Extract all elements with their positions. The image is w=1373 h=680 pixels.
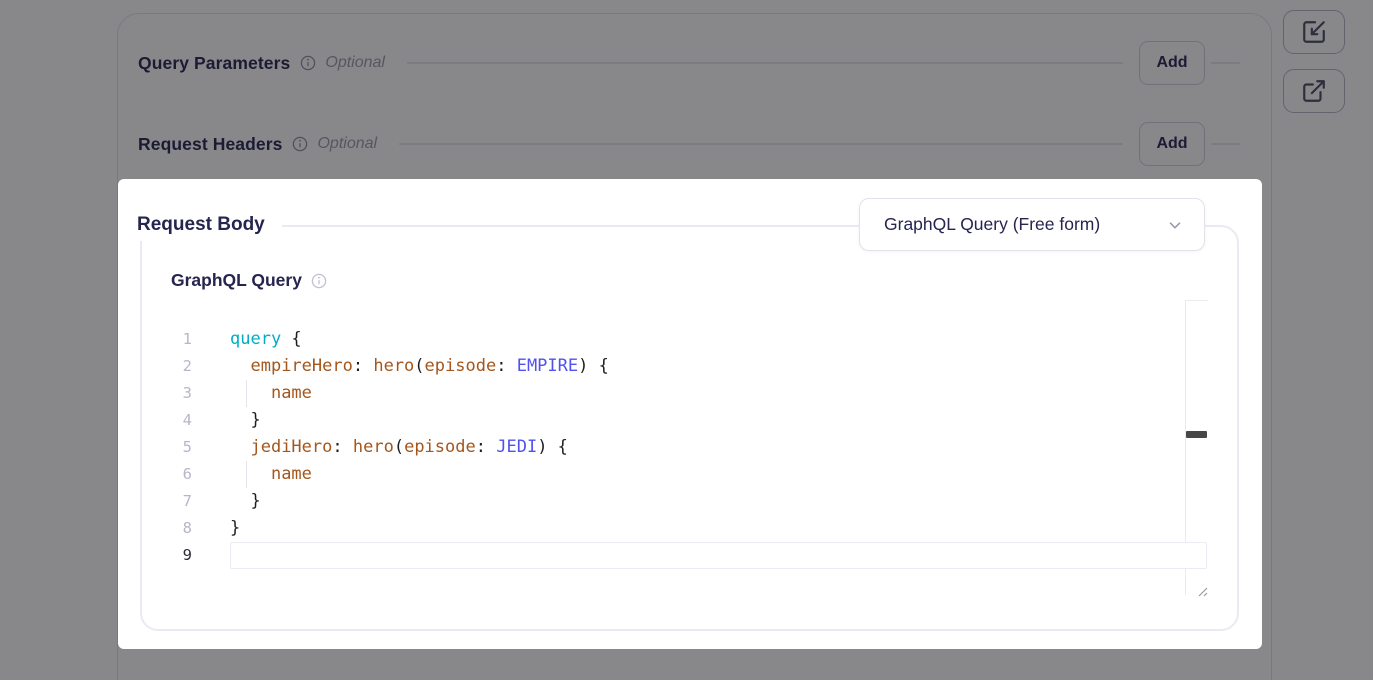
- line-number: 9: [142, 542, 192, 569]
- scrollbar-track-top: [1185, 300, 1208, 301]
- code-line[interactable]: }: [230, 515, 609, 542]
- line-number: 4: [142, 407, 192, 434]
- query-parameters-title: Query Parameters: [138, 53, 290, 74]
- info-icon[interactable]: [311, 273, 327, 289]
- graphql-query-panel: GraphQL Query 123456789 query { empireHe…: [140, 225, 1239, 631]
- optional-label: Optional: [325, 54, 385, 72]
- line-number: 1: [142, 326, 192, 353]
- code-line[interactable]: query {: [230, 326, 609, 353]
- external-link-icon: [1301, 78, 1327, 104]
- body-type-select[interactable]: GraphQL Query (Free form): [859, 198, 1205, 251]
- code-line[interactable]: [230, 542, 609, 569]
- line-number: 6: [142, 461, 192, 488]
- request-headers-title: Request Headers: [138, 134, 282, 155]
- body-type-selected-value: GraphQL Query (Free form): [884, 214, 1166, 235]
- shrink-arrow-icon: [1301, 19, 1327, 45]
- open-in-new-tab-button[interactable]: [1283, 69, 1345, 113]
- line-number: 2: [142, 353, 192, 380]
- shrink-editor-button[interactable]: [1283, 10, 1345, 54]
- code-line[interactable]: name: [230, 380, 609, 407]
- line-number: 7: [142, 488, 192, 515]
- code-line[interactable]: }: [230, 407, 609, 434]
- api-request-editor-page: Query Parameters Optional Add Request He…: [0, 0, 1373, 680]
- line-number: 8: [142, 515, 192, 542]
- divider-line-end: [1211, 62, 1240, 64]
- divider-line: [407, 62, 1123, 64]
- add-query-parameter-button[interactable]: Add: [1139, 41, 1205, 85]
- line-number: 5: [142, 434, 192, 461]
- code-line[interactable]: empireHero: hero(episode: EMPIRE) {: [230, 353, 609, 380]
- resize-handle-icon[interactable]: [1195, 584, 1209, 603]
- code-line[interactable]: jediHero: hero(episode: JEDI) {: [230, 434, 609, 461]
- scrollbar-thumb[interactable]: [1186, 431, 1207, 438]
- code-line[interactable]: name: [230, 461, 609, 488]
- divider-line: [399, 143, 1123, 145]
- request-headers-section: Request Headers Optional Add: [138, 122, 1240, 166]
- graphql-query-label: GraphQL Query: [171, 270, 302, 291]
- code-line[interactable]: }: [230, 488, 609, 515]
- info-icon[interactable]: [300, 55, 316, 71]
- request-body-section: Request Body GraphQL Query (Free form) G…: [118, 179, 1262, 649]
- divider-line-end: [1211, 143, 1240, 145]
- line-number-gutter: 123456789: [142, 326, 192, 569]
- chevron-down-icon: [1166, 216, 1184, 234]
- line-number: 3: [142, 380, 192, 407]
- graphql-query-editor[interactable]: query { empireHero: hero(episode: EMPIRE…: [230, 326, 609, 569]
- query-parameters-section: Query Parameters Optional Add: [138, 41, 1240, 85]
- info-icon[interactable]: [292, 136, 308, 152]
- optional-label: Optional: [317, 135, 377, 153]
- editor-toolbar: [1283, 10, 1345, 113]
- add-request-header-button[interactable]: Add: [1139, 122, 1205, 166]
- request-body-title: Request Body: [137, 209, 282, 241]
